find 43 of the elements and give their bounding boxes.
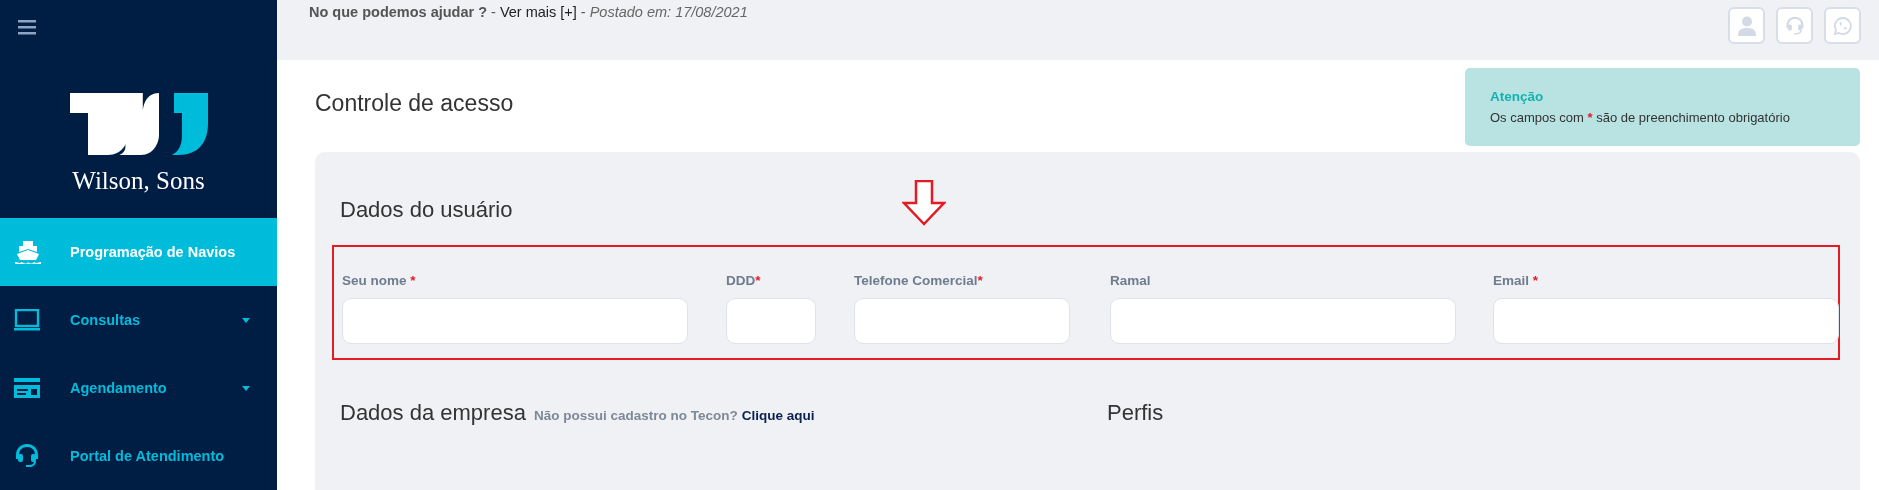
input-field[interactable]	[854, 298, 1070, 344]
register-link[interactable]: Clique aqui	[741, 408, 815, 423]
nav-item[interactable]: Agendamento	[0, 354, 277, 422]
nav-item[interactable]: Consultas	[0, 286, 277, 354]
down-arrow-icon	[902, 180, 946, 226]
field-label: Seu nome *	[342, 273, 416, 288]
user-icon	[1737, 15, 1756, 36]
hint-text: Não possui cadastro no Tecon?	[533, 408, 738, 423]
support-button[interactable]	[1776, 7, 1813, 44]
posted-date: Postado em: 17/08/2021	[589, 4, 748, 20]
chat-button[interactable]	[1824, 7, 1861, 44]
input-field[interactable]	[726, 298, 816, 344]
section-title: Dados da empresa	[340, 400, 526, 426]
menu-button[interactable]	[18, 19, 36, 35]
laptop-icon	[14, 309, 40, 331]
notice-title: No que podemos ajudar ?	[309, 4, 488, 20]
field-label: Email *	[1493, 273, 1539, 288]
caret-icon	[242, 317, 250, 323]
input-field[interactable]	[1110, 298, 1456, 344]
brand-name: Wilson, Sons	[72, 167, 205, 195]
page-title: Controle de acesso	[315, 90, 514, 118]
separator: -	[580, 4, 586, 20]
input-field[interactable]	[342, 298, 688, 344]
field-label: DDD*	[726, 273, 761, 288]
section-title: Perfis	[1107, 400, 1164, 426]
headset-icon	[1784, 15, 1805, 36]
alert-text: Os campos com * são de preenchimento obrigatório	[1490, 110, 1791, 125]
field-label: Ramal	[1110, 273, 1151, 288]
card-icon	[14, 378, 40, 398]
chat-bubble-icon	[1832, 15, 1853, 36]
ship-icon	[14, 239, 42, 265]
section-title: Dados do usuário	[340, 197, 513, 223]
profile-button[interactable]	[1728, 7, 1765, 44]
caret-icon	[242, 385, 250, 391]
see-more-link[interactable]: Ver mais [+]	[499, 4, 577, 20]
alert-title: Atenção	[1490, 89, 1545, 104]
headset-icon	[14, 443, 40, 469]
nav-item[interactable]: Portal de Atendimento	[0, 422, 277, 490]
field-label: Telefone Comercial*	[854, 273, 983, 288]
logo-icon	[69, 93, 208, 155]
separator: -	[491, 4, 496, 20]
input-field[interactable]	[1493, 298, 1839, 344]
menu-icon	[18, 19, 36, 35]
